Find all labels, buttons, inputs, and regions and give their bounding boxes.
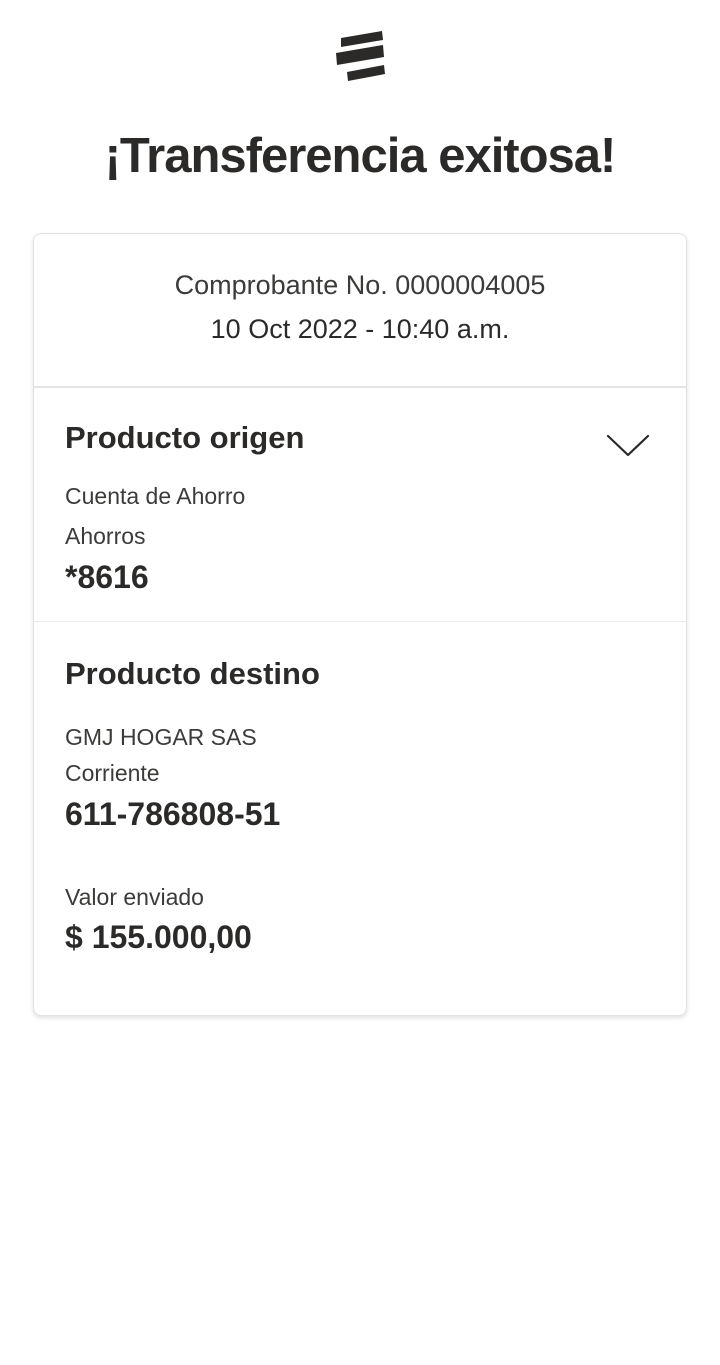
origin-account-number: *8616 [65,559,149,595]
transfer-receipt-card: Comprobante No. 0000004005 10 Oct 2022 -… [33,233,687,1016]
destination-section-title: Producto destino [65,656,320,691]
bancolombia-logo-icon [336,31,385,81]
chevron-down-icon[interactable] [606,433,650,459]
receipt-header: Comprobante No. 0000004005 10 Oct 2022 -… [34,234,686,388]
receipt-datetime: 10 Oct 2022 - 10:40 a.m. [210,314,510,344]
destination-account-kind: Corriente [65,760,160,786]
destination-holder: GMJ HOGAR SAS [65,724,257,750]
origin-account-kind: Ahorros [65,523,146,549]
page-title: ¡Transferencia exitosa! [104,129,617,183]
receipt-number: Comprobante No. 0000004005 [174,270,546,300]
origin-product-section[interactable]: Producto origen Cuenta de Ahorro Ahorros… [34,388,686,622]
origin-section-title: Producto origen [65,420,305,455]
destination-account-number: 611-786808-51 [65,796,281,832]
transfer-success-screen: ¡Transferencia exitosa! Comprobante No. … [0,0,720,1365]
amount-label: Valor enviado [65,884,204,910]
amount-value: $ 155.000,00 [65,919,252,955]
destination-product-section: Producto destino GMJ HOGAR SAS Corriente… [34,622,686,1015]
origin-product-type: Cuenta de Ahorro [65,483,246,509]
